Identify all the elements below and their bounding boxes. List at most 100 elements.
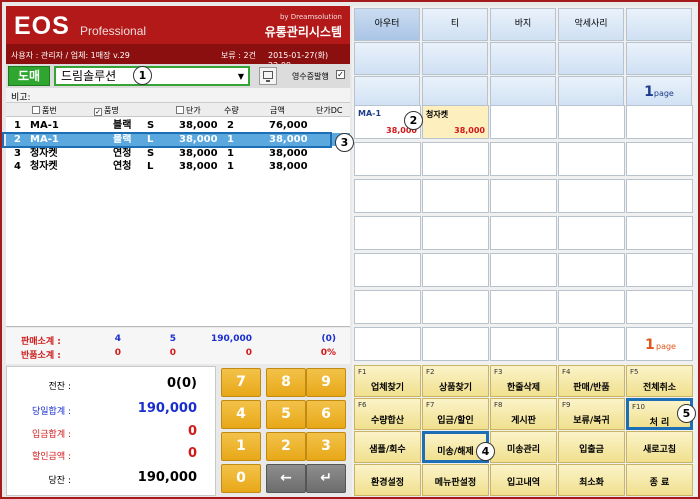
category-empty[interactable] [626,42,692,75]
category-accessories[interactable]: 악세사리 [558,8,624,41]
product-tile[interactable] [626,290,693,324]
f6-sum-qty-button[interactable]: F6 수량합산 [354,398,421,430]
product-tile[interactable] [558,290,625,324]
col-price[interactable]: 단가 [176,105,201,116]
category-empty[interactable] [558,42,624,75]
receipt-checkbox[interactable]: ✓ [336,70,345,79]
f4-sale-return-button[interactable]: F4 판매/반품 [558,365,625,397]
callout-4: 4 [476,442,495,461]
system-title: 유통관리시스템 [264,25,342,39]
category-empty[interactable] [626,8,692,41]
key-3[interactable]: 3 [306,432,346,461]
key-2[interactable]: 2 [266,432,306,461]
unsent-manage-button[interactable]: 미송관리 [490,431,557,463]
product-tile[interactable] [490,327,557,361]
hold-label: 보류 : [221,51,241,60]
minimize-button[interactable]: 최소화 [558,464,625,496]
product-tile[interactable] [558,179,625,213]
product-tile[interactable] [490,290,557,324]
f5-cancel-all-button[interactable]: F5 전체취소 [626,365,693,397]
col-name[interactable]: ✓ 품명 [94,105,119,116]
product-panel: 아우터 티 바지 악세사리 1page MA-1 38,000 청자켓 38,0… [352,6,698,496]
col-amount[interactable]: 금액 [270,105,285,116]
product-tile[interactable] [354,216,421,250]
key-9[interactable]: 9 [306,368,346,397]
f1-find-company-button[interactable]: F1 업체찾기 [354,365,421,397]
note-row[interactable]: 비고: [6,88,350,103]
f7-deposit-discount-button[interactable]: F7 입금/할인 [422,398,489,430]
key-0[interactable]: 0 [221,464,261,493]
product-tile[interactable] [626,179,693,213]
col-discount[interactable]: 단가DC [316,105,342,116]
product-tile[interactable] [354,327,421,361]
product-page-button[interactable]: 1 page [626,327,693,361]
hold-status[interactable]: 보류 : 2건 [221,50,256,61]
category-tee[interactable]: 티 [422,8,488,41]
f3-delete-line-button[interactable]: F3 한줄삭제 [490,365,557,397]
dropdown-arrow-icon[interactable]: ▼ [238,69,244,85]
balance-label: 당잔 : [48,476,71,486]
backspace-key[interactable]: ← [266,464,306,493]
product-tile[interactable] [558,216,625,250]
key-5[interactable]: 5 [266,400,306,429]
col-code-checkbox[interactable] [32,106,40,114]
key-4[interactable]: 4 [221,400,261,429]
product-tile[interactable] [558,105,625,139]
product-tile[interactable]: 청자켓 38,000 [422,105,489,139]
monitor-button[interactable] [259,67,277,85]
product-tile[interactable] [422,253,489,287]
settings-button[interactable]: 환경설정 [354,464,421,496]
category-empty[interactable] [422,42,488,75]
product-tile[interactable] [354,142,421,176]
category-page-unit: page [653,89,674,98]
key-7[interactable]: 7 [221,368,261,397]
product-tile[interactable] [626,216,693,250]
product-tile[interactable] [354,290,421,324]
category-outer[interactable]: 아우터 [354,8,420,41]
pos-window: EOS Professional by Dreamsolution 유통관리시스… [0,0,700,499]
table-row[interactable]: 1 MA-1 블랙 S 38,000 2 76,000 [6,119,350,132]
product-tile[interactable] [490,253,557,287]
product-tile[interactable] [490,179,557,213]
key-1[interactable]: 1 [221,432,261,461]
key-6[interactable]: 6 [306,400,346,429]
receiving-history-button[interactable]: 입고내역 [490,464,557,496]
product-tile[interactable] [558,327,625,361]
col-code[interactable]: 품번 [32,105,57,116]
exit-button[interactable]: 종 료 [626,464,693,496]
product-tile[interactable] [626,105,693,139]
sample-return-button[interactable]: 샘플/회수 [354,431,421,463]
category-empty[interactable] [490,42,556,75]
customer-select[interactable]: 드림솔루션 ▼ [54,66,250,86]
product-tile[interactable] [558,142,625,176]
product-tile[interactable] [490,105,557,139]
product-tile[interactable] [422,216,489,250]
f8-board-button[interactable]: F8 게시판 [490,398,557,430]
product-tile[interactable] [422,179,489,213]
product-tile[interactable] [558,253,625,287]
table-row[interactable]: 4 청자켓 연청 L 38,000 1 38,000 [6,160,350,173]
col-qty[interactable]: 수량 [224,105,239,116]
product-tile[interactable] [490,142,557,176]
product-tile[interactable] [422,142,489,176]
enter-key[interactable]: ↵ [306,464,346,493]
table-row[interactable]: 3 청자켓 연청 S 38,000 1 38,000 [6,147,350,160]
product-tile[interactable] [626,142,693,176]
product-tile[interactable] [422,327,489,361]
col-name-checkbox[interactable]: ✓ [94,108,102,116]
product-tile[interactable] [490,216,557,250]
product-tile[interactable] [422,290,489,324]
cash-in-out-button[interactable]: 입출금 [558,431,625,463]
category-pants[interactable]: 바지 [490,8,556,41]
sale-type-button[interactable]: 도매 [8,66,50,86]
product-tile[interactable] [354,253,421,287]
key-8[interactable]: 8 [266,368,306,397]
product-tile[interactable] [354,179,421,213]
category-empty[interactable] [354,42,420,75]
menu-settings-button[interactable]: 메뉴판설정 [422,464,489,496]
f2-find-product-button[interactable]: F2 상품찾기 [422,365,489,397]
refresh-button[interactable]: 새로고침 [626,431,693,463]
col-price-checkbox[interactable] [176,106,184,114]
product-tile[interactable] [626,253,693,287]
f9-hold-restore-button[interactable]: F9 보류/복귀 [558,398,625,430]
